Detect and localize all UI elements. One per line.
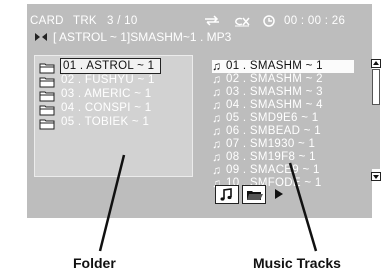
folder-list-item[interactable]: 04 . CONSPI ~ 1 (39, 102, 191, 116)
random-icon (235, 17, 250, 27)
folder-item-label: 05 . TOBIEK ~ 1 (61, 116, 150, 128)
track-item-label: 04 . SMASHM ~ 4 (226, 99, 323, 111)
track-item-label: 07 . SM1930 ~ 1 (226, 138, 316, 150)
track-position: 3 / 10 (107, 15, 138, 27)
bowtie-icon (35, 33, 47, 41)
track-item-label: 05 . SMD9E6 ~ 1 (226, 112, 319, 124)
track-item-label: 09 . SMACE9 ~ 1 (226, 164, 320, 176)
clock-icon (263, 15, 275, 27)
triangle-up-icon (373, 61, 379, 65)
track-item-label: 03 . SMASHM ~ 3 (226, 86, 323, 98)
folder-list-item[interactable]: 02 . FUSHYU ~ 1 (39, 74, 191, 88)
scroll-thumb[interactable] (372, 69, 380, 105)
repeat-icon (205, 15, 219, 26)
current-path: [ ASTROL ~ 1]SMASHM~1 . MP3 (53, 30, 232, 44)
track-list[interactable]: ♫ 01 . SMASHM ~ 1 ♫ 02 . SMASHM ~ 2 ♫ 03 . SM… (210, 55, 381, 195)
folder-item-label: 03 . AMERIC ~ 1 (61, 88, 152, 100)
folder-icon (39, 117, 55, 135)
folder-caption: Folder (73, 255, 116, 271)
source-label: CARD (30, 15, 64, 27)
play-arrow-icon[interactable] (274, 188, 284, 200)
elapsed-time: 00 : 00 : 26 (284, 15, 346, 27)
music-mode-button[interactable] (215, 185, 239, 204)
path-bar: [ ASTROL ~ 1]SMASHM~1 . MP3 (33, 30, 368, 44)
track-item-label: 02 . SMASHM ~ 2 (226, 73, 323, 85)
folder-list-item[interactable]: 03 . AMERIC ~ 1 (39, 88, 191, 102)
folder-icon (247, 191, 263, 200)
folder-list[interactable]: 01 . ASTROL ~ 1 02 . FUSHYU ~ 1 03 . AMERI… (34, 55, 193, 177)
scroll-up-button[interactable] (371, 59, 381, 68)
track-item-label: 01 . SMASHM ~ 1 (226, 60, 323, 72)
track-scrollbar[interactable] (371, 59, 381, 181)
scroll-down-button[interactable] (371, 172, 381, 181)
lcd-screen: CARD TRK 3 / 10 00 : 00 : 26 [ ASTROL ~ … (27, 4, 381, 218)
folder-mode-button[interactable] (242, 185, 266, 204)
track-item-label: 08 . SM19F8 ~ 1 (226, 151, 316, 163)
folder-list-item[interactable]: 05 . TOBIEK ~ 1 (39, 116, 191, 130)
folder-item-label: 04 . CONSPI ~ 1 (61, 102, 152, 114)
folder-item-label: 01 . ASTROL ~ 1 (59, 58, 162, 74)
music-tracks-caption: Music Tracks (253, 255, 341, 271)
status-bar: CARD TRK 3 / 10 00 : 00 : 26 (30, 14, 365, 28)
folder-list-item[interactable]: 01 . ASTROL ~ 1 (39, 58, 191, 74)
track-label: TRK (73, 15, 97, 27)
folder-item-label: 02 . FUSHYU ~ 1 (61, 74, 155, 86)
track-item-label: 06 . SMBEAD ~ 1 (226, 125, 321, 137)
triangle-down-icon (373, 175, 379, 179)
music-note-icon (220, 188, 232, 201)
